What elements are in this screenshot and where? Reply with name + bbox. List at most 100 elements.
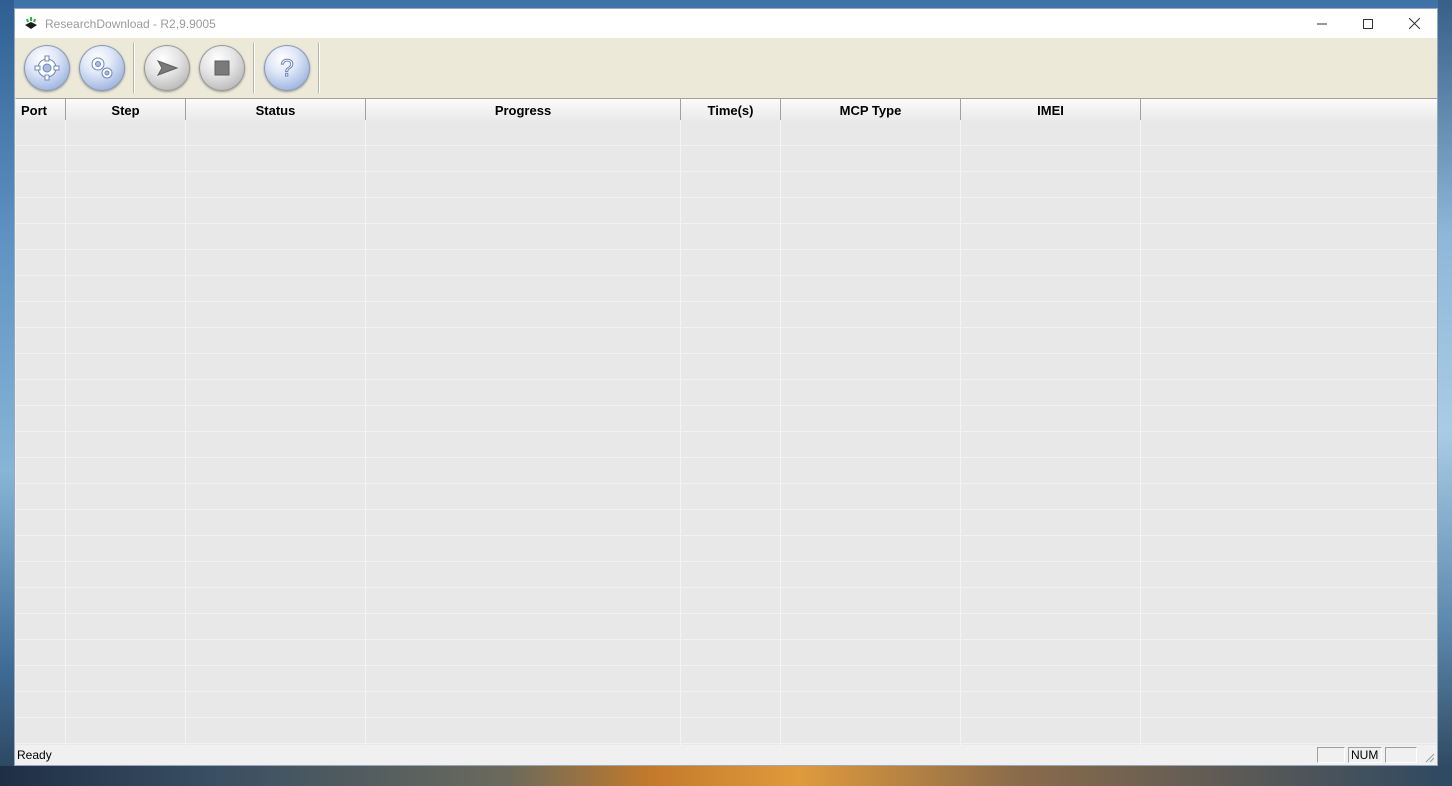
table-cell xyxy=(366,250,681,275)
table-row[interactable] xyxy=(16,198,1437,224)
table-row[interactable] xyxy=(16,354,1437,380)
table-cell xyxy=(961,354,1141,379)
table-row[interactable] xyxy=(16,510,1437,536)
table-cell xyxy=(16,354,66,379)
column-header-step[interactable]: Step xyxy=(66,99,186,121)
table-cell xyxy=(66,172,186,197)
stop-icon xyxy=(214,60,230,76)
table-row[interactable] xyxy=(16,692,1437,718)
column-header-imei[interactable]: IMEI xyxy=(961,99,1141,121)
table-cell xyxy=(366,302,681,327)
table-cell xyxy=(186,614,366,639)
table-row[interactable] xyxy=(16,302,1437,328)
table-cell xyxy=(66,536,186,561)
table-cell-filler xyxy=(1141,458,1437,483)
table-cell xyxy=(186,510,366,535)
table-cell xyxy=(16,328,66,353)
table-cell xyxy=(186,692,366,717)
column-header-port[interactable]: Port xyxy=(16,99,66,121)
title-bar[interactable]: ResearchDownload - R2,9.9005 xyxy=(15,9,1437,38)
column-header-mcp-type[interactable]: MCP Type xyxy=(781,99,961,121)
column-header-status[interactable]: Status xyxy=(186,99,366,121)
table-cell xyxy=(186,432,366,457)
table-cell xyxy=(66,380,186,405)
resize-grip-icon[interactable] xyxy=(1423,751,1435,763)
table-row[interactable] xyxy=(16,432,1437,458)
table-cell xyxy=(366,224,681,249)
table-row[interactable] xyxy=(16,458,1437,484)
table-cell xyxy=(186,224,366,249)
table-cell xyxy=(366,718,681,743)
start-download-button[interactable] xyxy=(144,45,190,91)
column-header-time[interactable]: Time(s) xyxy=(681,99,781,121)
table-row[interactable] xyxy=(16,588,1437,614)
desktop-background-right xyxy=(1438,0,1452,786)
table-cell xyxy=(66,562,186,587)
close-icon xyxy=(1408,18,1420,29)
table-row[interactable] xyxy=(16,406,1437,432)
table-row[interactable] xyxy=(16,172,1437,198)
table-row[interactable] xyxy=(16,380,1437,406)
table-cell xyxy=(961,666,1141,691)
table-row[interactable] xyxy=(16,224,1437,250)
table-cell xyxy=(186,172,366,197)
table-cell xyxy=(961,536,1141,561)
table-cell xyxy=(66,406,186,431)
table-row[interactable] xyxy=(16,276,1437,302)
table-cell xyxy=(66,718,186,743)
table-cell xyxy=(366,146,681,171)
port-table[interactable]: Port Step Status Progress Time(s) MCP Ty… xyxy=(16,98,1437,745)
table-cell xyxy=(366,432,681,457)
table-cell xyxy=(961,250,1141,275)
maximize-button[interactable] xyxy=(1345,9,1391,38)
column-header-filler xyxy=(1141,99,1437,121)
table-cell xyxy=(186,250,366,275)
table-cell xyxy=(781,328,961,353)
table-cell xyxy=(66,458,186,483)
table-row[interactable] xyxy=(16,640,1437,666)
settings-button[interactable] xyxy=(79,45,125,91)
table-cell xyxy=(681,458,781,483)
table-cell xyxy=(16,432,66,457)
table-cell xyxy=(366,510,681,535)
table-cell xyxy=(366,380,681,405)
table-row[interactable] xyxy=(16,250,1437,276)
close-button[interactable] xyxy=(1391,9,1437,38)
table-row[interactable] xyxy=(16,666,1437,692)
table-row[interactable] xyxy=(16,120,1437,146)
table-cell xyxy=(366,458,681,483)
table-cell xyxy=(781,458,961,483)
table-cell xyxy=(781,172,961,197)
table-cell xyxy=(186,120,366,145)
table-cell xyxy=(366,692,681,717)
table-cell xyxy=(681,120,781,145)
table-cell xyxy=(16,640,66,665)
table-row[interactable] xyxy=(16,562,1437,588)
table-cell xyxy=(781,562,961,587)
load-packet-button[interactable] xyxy=(24,45,70,91)
table-cell xyxy=(781,510,961,535)
table-cell-filler xyxy=(1141,302,1437,327)
table-cell xyxy=(961,692,1141,717)
table-cell xyxy=(366,198,681,223)
table-row[interactable] xyxy=(16,718,1437,744)
stop-download-button[interactable] xyxy=(199,45,245,91)
table-row[interactable] xyxy=(16,614,1437,640)
table-row[interactable] xyxy=(16,328,1437,354)
column-header-progress[interactable]: Progress xyxy=(366,99,681,121)
table-row[interactable] xyxy=(16,484,1437,510)
table-row[interactable] xyxy=(16,536,1437,562)
desktop-background-left xyxy=(0,0,14,786)
help-button[interactable]: ? xyxy=(264,45,310,91)
table-cell xyxy=(16,718,66,743)
table-cell-filler xyxy=(1141,224,1437,249)
table-cell xyxy=(681,406,781,431)
table-cell xyxy=(16,614,66,639)
table-cell xyxy=(366,562,681,587)
table-cell xyxy=(16,146,66,171)
minimize-button[interactable] xyxy=(1299,9,1345,38)
table-cell xyxy=(961,120,1141,145)
table-cell xyxy=(16,536,66,561)
table-row[interactable] xyxy=(16,146,1437,172)
table-cell xyxy=(16,692,66,717)
